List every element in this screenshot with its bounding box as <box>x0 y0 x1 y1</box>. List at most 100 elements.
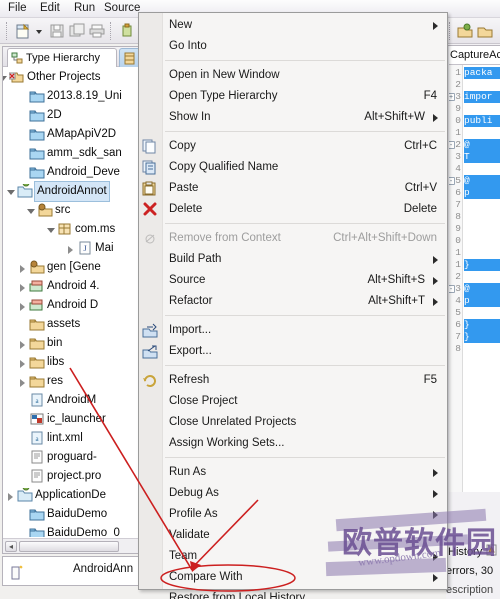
menu-edit[interactable]: Edit <box>40 2 60 14</box>
tree-item-label: 2D <box>47 109 62 121</box>
menu-item-label: Paste <box>169 182 199 194</box>
tree-item-label: 2013.8.19_Uni <box>47 90 122 102</box>
context-menu[interactable]: New Go Into Open in New Window Open Type Hi… <box>138 12 448 599</box>
menu-item-assign-working-sets[interactable]: Assign Working Sets... <box>139 433 447 454</box>
chevron-right-icon[interactable] <box>18 258 28 277</box>
menu-item-label: Export... <box>169 345 212 357</box>
menu-item-team[interactable]: Team <box>139 546 447 567</box>
menu-item-compare-with[interactable]: Compare With <box>139 567 447 588</box>
code-line: p <box>464 187 500 199</box>
chevron-right-icon[interactable] <box>6 486 16 505</box>
tree-item-label: AndroidM <box>47 394 97 406</box>
editor-tab-captureactivity[interactable]: CaptureAc <box>446 45 500 64</box>
line-number: 9 <box>455 223 461 234</box>
menu-item-open-in-new-window[interactable]: Open in New Window <box>139 65 447 86</box>
dropdown-arrow-icon[interactable] <box>34 22 44 40</box>
scroll-left-arrow[interactable]: ◂ <box>5 541 17 552</box>
menu-source[interactable]: Source <box>104 2 140 14</box>
menu-item-copy-qualified-name[interactable]: Copy Qualified Name <box>139 157 447 178</box>
debug-icon[interactable] <box>118 22 136 40</box>
library-icon <box>29 279 45 294</box>
chevron-down-icon[interactable] <box>26 201 36 220</box>
new-icon[interactable] <box>14 22 32 40</box>
scrollbar-thumb[interactable] <box>19 541 119 552</box>
menu-item-profile-as[interactable]: Profile As <box>139 504 447 525</box>
menu-item-import[interactable]: Import... <box>139 320 447 341</box>
line-number: 6 <box>455 187 461 198</box>
menu-item-paste[interactable]: Paste Ctrl+V <box>139 178 447 199</box>
chevron-down-icon[interactable] <box>3 68 8 87</box>
menu-item-run-as[interactable]: Run As <box>139 462 447 483</box>
menu-item-shortcut: Ctrl+V <box>404 182 437 194</box>
menu-item-open-type-hierarchy[interactable]: Open Type Hierarchy F4 <box>139 86 447 107</box>
problems-column-header: escription <box>446 584 494 596</box>
menu-item-label: Remove from Context <box>169 232 281 244</box>
chevron-right-icon[interactable] <box>18 296 28 315</box>
menu-item-build-path[interactable]: Build Path <box>139 249 447 270</box>
problems-icon[interactable] <box>486 543 497 556</box>
code-line: } <box>464 319 500 331</box>
menu-item-close-project[interactable]: Close Project <box>139 391 447 412</box>
save-icon[interactable] <box>48 22 66 40</box>
chevron-right-icon[interactable] <box>18 334 28 353</box>
tree-item-label: ic_launcher <box>47 413 106 425</box>
editor-tab-strip: CaptureAc <box>446 45 500 64</box>
menu-run[interactable]: Run <box>74 2 95 14</box>
print-icon[interactable] <box>88 22 106 40</box>
menu-item-new[interactable]: New <box>139 15 447 36</box>
chevron-right-icon[interactable] <box>18 372 28 391</box>
menu-item-label: Profile As <box>169 508 218 520</box>
toolbar-separator <box>6 22 8 40</box>
folder-yellow-icon <box>29 336 45 351</box>
tree-item-label: Android D <box>47 299 99 311</box>
tree-item-label: BaiduDemo <box>47 508 108 520</box>
menu-item-refactor[interactable]: Refactor Alt+Shift+T <box>139 291 447 312</box>
chevron-right-icon[interactable] <box>66 239 76 258</box>
open-type-icon[interactable] <box>456 22 474 40</box>
menu-item-source[interactable]: Source Alt+Shift+S <box>139 270 447 291</box>
xml-file-icon: a <box>29 393 45 408</box>
menu-item-close-unrelated-projects[interactable]: Close Unrelated Projects <box>139 412 447 433</box>
tree-item-label: ApplicationDe <box>35 489 106 501</box>
save-all-icon[interactable] <box>68 22 86 40</box>
submenu-arrow-icon <box>433 490 438 498</box>
tab-history[interactable]: History <box>448 544 482 560</box>
chevron-down-icon[interactable] <box>6 182 16 201</box>
tree-item-label: Mai <box>95 242 114 254</box>
menu-file[interactable]: File <box>8 2 27 14</box>
chevron-right-icon[interactable] <box>18 277 28 296</box>
text-file-icon <box>29 450 45 465</box>
menu-item-label: Go Into <box>169 40 207 52</box>
chevron-right-icon[interactable] <box>18 353 28 372</box>
tab-type-hierarchy[interactable]: Type Hierarchy <box>7 48 117 67</box>
code-line: packa <box>464 67 500 79</box>
code-line: } <box>464 331 500 343</box>
menu-item-label: Refresh <box>169 374 210 386</box>
menu-item-debug-as[interactable]: Debug As <box>139 483 447 504</box>
line-number: 2 <box>455 271 461 282</box>
menu-item-go-into[interactable]: Go Into <box>139 36 447 57</box>
chevron-down-icon[interactable] <box>46 220 56 239</box>
open-resource-icon[interactable] <box>476 22 494 40</box>
line-number: 1 <box>455 247 461 258</box>
menu-item-delete[interactable]: Delete Delete <box>139 199 447 220</box>
menu-item-show-in[interactable]: Show In Alt+Shift+W <box>139 107 447 128</box>
menu-item-export[interactable]: Export... <box>139 341 447 362</box>
copy-qualified-icon <box>142 160 158 175</box>
menu-item-refresh[interactable]: Refresh F5 <box>139 370 447 391</box>
menu-item-label: Source <box>169 274 206 286</box>
code-editor[interactable]: 1 2 3 9 0 1 2 3 4 5 6 7 8 9 0 1 1 2 3 4 5 6 7 8 + - - - packa impor p… <box>446 64 500 492</box>
toolbar-separator <box>110 22 112 40</box>
problems-view: History errors, 30 escription <box>446 538 500 599</box>
menu-item-shortcut: Delete <box>403 203 437 215</box>
menu-item-label: Show In <box>169 111 211 123</box>
menu-separator <box>165 315 445 316</box>
menu-item-restore-from-local-history[interactable]: Restore from Local History... <box>139 588 447 599</box>
project-icon <box>17 179 33 199</box>
menu-item-copy[interactable]: Copy Ctrl+C <box>139 136 447 157</box>
menu-item-validate[interactable]: Validate <box>139 525 447 546</box>
tree-item-label: proguard- <box>47 451 97 463</box>
